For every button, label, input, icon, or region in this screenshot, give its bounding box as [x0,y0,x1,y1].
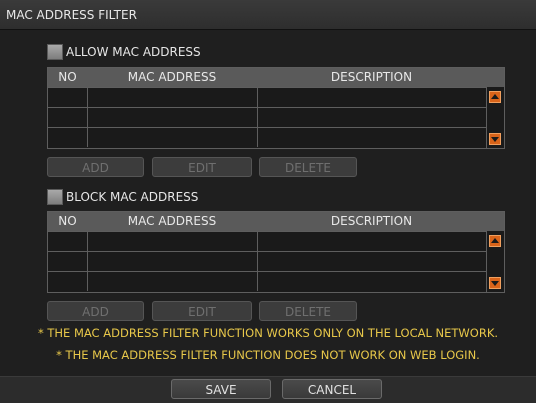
block-table-scrollbar[interactable] [486,231,504,292]
table-row[interactable] [48,251,486,271]
allow-delete-button[interactable]: DELETE [259,157,357,177]
column-no: NO [58,70,77,84]
column-description: DESCRIPTION [330,214,413,228]
block-mac-row: BLOCK MAC ADDRESS [47,188,198,206]
block-edit-button[interactable]: EDIT [152,301,252,321]
block-mac-table: NO MAC ADDRESS DESCRIPTION [47,211,505,293]
table-row[interactable] [48,107,486,127]
arrow-up-icon[interactable] [489,91,501,103]
block-mac-checkbox[interactable] [47,189,63,205]
window-title: MAC ADDRESS FILTER [0,0,536,30]
column-mac-address: MAC ADDRESS [127,70,217,84]
filter-panel: ALLOW MAC ADDRESS NO MAC ADDRESS DESCRIP… [0,30,536,376]
allow-mac-checkbox[interactable] [47,44,63,60]
allow-edit-button[interactable]: EDIT [152,157,252,177]
cancel-button[interactable]: CANCEL [282,379,382,399]
arrow-down-icon[interactable] [489,133,501,145]
footer-bar: SAVE CANCEL [0,376,536,403]
block-table-header: NO MAC ADDRESS DESCRIPTION [48,212,504,231]
arrow-up-icon[interactable] [489,235,501,247]
allow-mac-row: ALLOW MAC ADDRESS [47,43,201,61]
notice-local-network: * THE MAC ADDRESS FILTER FUNCTION WORKS … [37,326,499,340]
table-row[interactable] [48,231,486,251]
column-no: NO [58,214,77,228]
arrow-down-icon[interactable] [489,277,501,289]
block-delete-button[interactable]: DELETE [259,301,357,321]
table-row[interactable] [48,87,486,107]
allow-mac-label: ALLOW MAC ADDRESS [66,45,201,59]
save-button[interactable]: SAVE [171,379,271,399]
allow-table-header: NO MAC ADDRESS DESCRIPTION [48,68,504,87]
block-add-button[interactable]: ADD [47,301,144,321]
notice-web-login: * THE MAC ADDRESS FILTER FUNCTION DOES N… [56,348,480,362]
table-row[interactable] [48,127,486,147]
column-description: DESCRIPTION [330,70,413,84]
block-mac-label: BLOCK MAC ADDRESS [66,190,199,204]
column-mac-address: MAC ADDRESS [127,214,217,228]
allow-add-button[interactable]: ADD [47,157,144,177]
table-row[interactable] [48,271,486,291]
allow-mac-table: NO MAC ADDRESS DESCRIPTION [47,67,505,149]
allow-table-scrollbar[interactable] [486,87,504,148]
